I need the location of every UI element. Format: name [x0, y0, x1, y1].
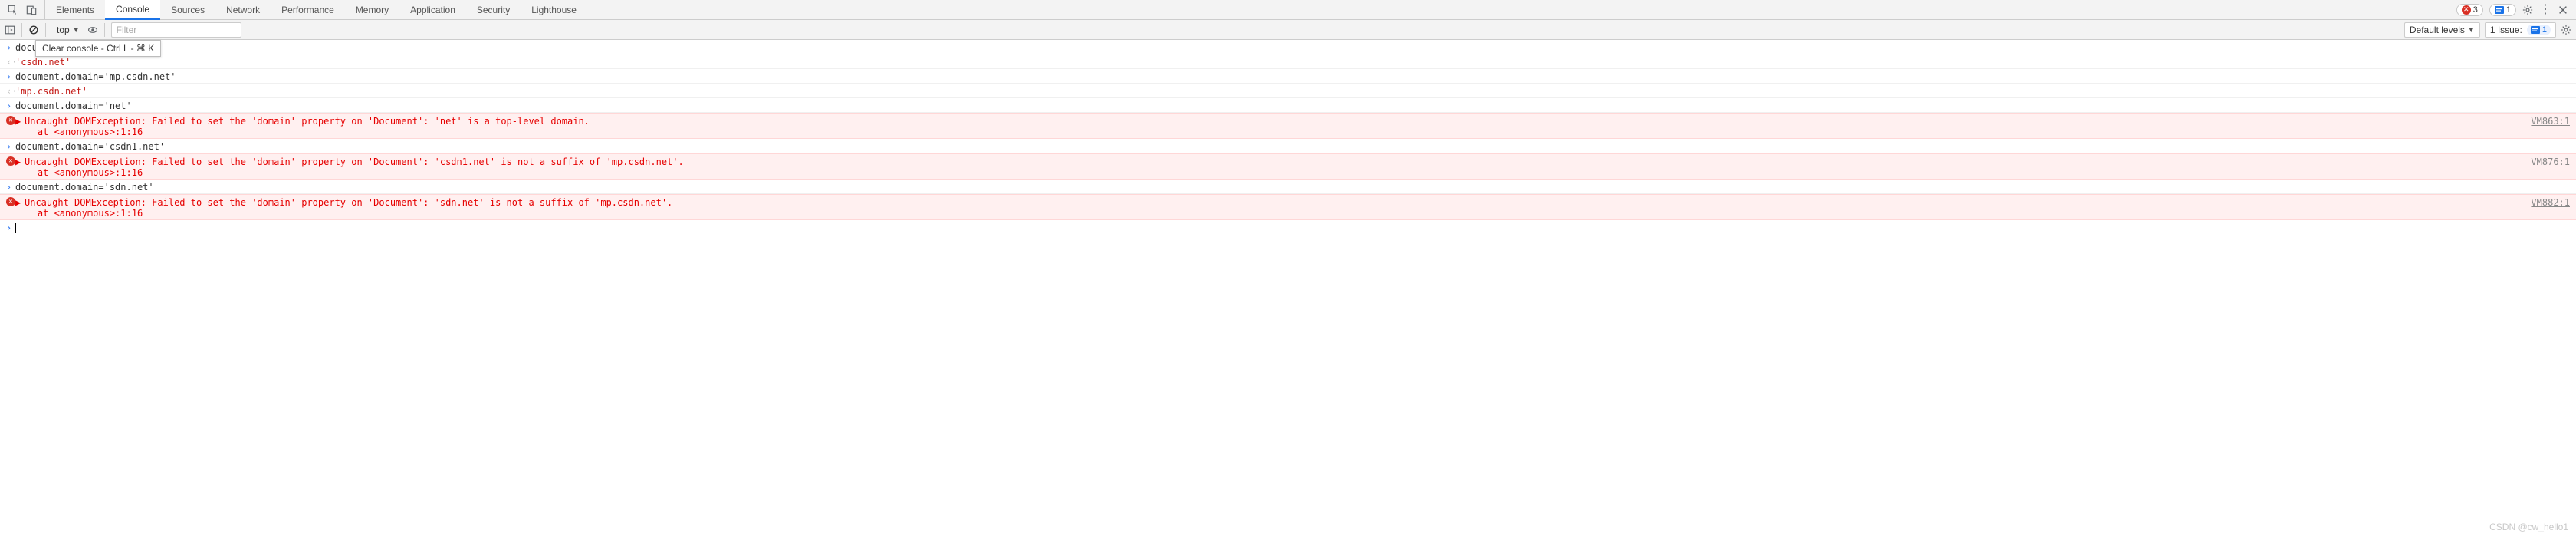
- gear-icon[interactable]: [2522, 5, 2533, 15]
- devtools-tabs: Elements Console Sources Network Perform…: [45, 0, 587, 19]
- watermark: CSDN @cw_hello1: [2489, 522, 2568, 532]
- console-input-text: document.domain='sdn.net': [15, 180, 2570, 193]
- tab-network[interactable]: Network: [215, 0, 271, 19]
- info-count: 1: [2506, 5, 2511, 15]
- text-cursor: [15, 223, 16, 233]
- console-prompt-row[interactable]: ›: [0, 220, 2576, 234]
- input-marker-icon: ›: [6, 140, 15, 152]
- close-icon[interactable]: [2558, 5, 2568, 15]
- tabstrip-left-icons: [0, 0, 45, 19]
- console-error-text: Uncaught DOMException: Failed to set the…: [25, 116, 590, 127]
- inspect-icon[interactable]: [8, 5, 18, 15]
- console-input-row[interactable]: › document.domain='mp.csdn.net': [0, 69, 2576, 84]
- console-error-row[interactable]: ✕ ▶Uncaught DOMException: Failed to set …: [0, 153, 2576, 180]
- issues-label: 1 Issue:: [2490, 25, 2522, 35]
- sidebar-toggle-icon[interactable]: [5, 25, 15, 35]
- tabstrip-right: ✕ 3 1 ⋮: [2449, 0, 2576, 19]
- console-error-stack: at <anonymous>:1:16: [15, 208, 143, 219]
- error-icon: ✕: [2462, 5, 2471, 15]
- console-input-text: document.domain='csdn1.net': [15, 140, 2570, 152]
- expand-triangle-icon[interactable]: ▶: [15, 116, 23, 127]
- tab-application[interactable]: Application: [399, 0, 466, 19]
- console-error-stack: at <anonymous>:1:16: [15, 127, 143, 137]
- console-result-row: ‹· 'csdn.net': [0, 54, 2576, 69]
- console-input-row[interactable]: › document.domain='csdn1.net': [0, 139, 2576, 153]
- error-icon: ✕: [6, 116, 15, 125]
- tab-memory[interactable]: Memory: [345, 0, 399, 19]
- tab-elements[interactable]: Elements: [45, 0, 105, 19]
- chevron-down-icon: ▼: [73, 26, 80, 34]
- issues-chip[interactable]: 1 Issue: 1: [2485, 22, 2556, 38]
- chevron-down-icon: ▼: [2468, 26, 2475, 34]
- input-marker-icon: ›: [6, 70, 15, 82]
- console-input-row[interactable]: › document.domain='net': [0, 98, 2576, 113]
- context-label: top: [57, 25, 70, 35]
- error-source-link[interactable]: VM863:1: [2518, 114, 2570, 127]
- info-icon: [2531, 25, 2540, 35]
- result-marker-icon: ‹·: [6, 84, 15, 97]
- filter-placeholder: Filter: [117, 25, 137, 35]
- console-input-text: document.domain='mp.csdn.net': [15, 70, 2570, 82]
- info-icon: [2495, 5, 2504, 15]
- tab-lighthouse[interactable]: Lighthouse: [521, 0, 587, 19]
- result-marker-icon: ‹·: [6, 55, 15, 68]
- issues-count: 1: [2542, 25, 2547, 35]
- console-toolbar: top ▼ Filter Default levels ▼ 1 Issue: 1…: [0, 20, 2576, 40]
- console-error-text: Uncaught DOMException: Failed to set the…: [25, 156, 684, 167]
- info-count-pill[interactable]: 1: [2489, 4, 2516, 16]
- error-count: 3: [2473, 5, 2478, 15]
- error-source-link[interactable]: VM876:1: [2518, 155, 2570, 167]
- gear-icon[interactable]: [2561, 25, 2571, 35]
- console-error-row[interactable]: ✕ ▶Uncaught DOMException: Failed to set …: [0, 194, 2576, 220]
- live-expression-icon[interactable]: [87, 25, 98, 35]
- console-input-text: document.domain='net': [15, 99, 2570, 111]
- devtools-tabstrip: Elements Console Sources Network Perform…: [0, 0, 2576, 20]
- error-source-link[interactable]: VM882:1: [2518, 196, 2570, 208]
- error-icon: ✕: [6, 156, 15, 166]
- expand-triangle-icon[interactable]: ▶: [15, 197, 23, 208]
- log-level-label: Default levels: [2410, 25, 2465, 35]
- console-input-row[interactable]: › docu: [0, 40, 2576, 54]
- console-error-stack: at <anonymous>:1:16: [15, 167, 143, 178]
- device-toolbar-icon[interactable]: [26, 5, 37, 15]
- console-input-row[interactable]: › document.domain='sdn.net': [0, 180, 2576, 194]
- console-result-row: ‹· 'mp.csdn.net': [0, 84, 2576, 98]
- input-marker-icon: ›: [6, 99, 15, 111]
- kebab-icon[interactable]: ⋮: [2539, 4, 2551, 16]
- console-result-text: 'csdn.net': [15, 57, 71, 68]
- console-log-area: › docu ‹· 'csdn.net' › document.domain='…: [0, 40, 2576, 234]
- expand-triangle-icon[interactable]: ▶: [15, 156, 23, 167]
- console-error-row[interactable]: ✕ ▶Uncaught DOMException: Failed to set …: [0, 113, 2576, 139]
- input-marker-icon: ›: [6, 41, 15, 53]
- input-marker-icon: ›: [6, 221, 15, 233]
- tab-sources[interactable]: Sources: [160, 0, 215, 19]
- error-icon: ✕: [6, 197, 15, 206]
- filter-input[interactable]: Filter: [111, 22, 242, 38]
- context-selector[interactable]: top ▼: [52, 22, 84, 38]
- clear-console-tooltip: Clear console - Ctrl L - ⌘ K: [35, 40, 161, 57]
- input-marker-icon: ›: [6, 180, 15, 193]
- console-result-text: 'mp.csdn.net': [15, 86, 87, 97]
- tab-console[interactable]: Console: [105, 0, 160, 20]
- console-input-text: docu: [15, 41, 2570, 53]
- tab-performance[interactable]: Performance: [271, 0, 345, 19]
- error-count-pill[interactable]: ✕ 3: [2456, 4, 2483, 16]
- clear-console-icon[interactable]: [28, 25, 39, 35]
- tab-security[interactable]: Security: [466, 0, 521, 19]
- log-level-selector[interactable]: Default levels ▼: [2404, 22, 2480, 38]
- console-error-text: Uncaught DOMException: Failed to set the…: [25, 197, 672, 208]
